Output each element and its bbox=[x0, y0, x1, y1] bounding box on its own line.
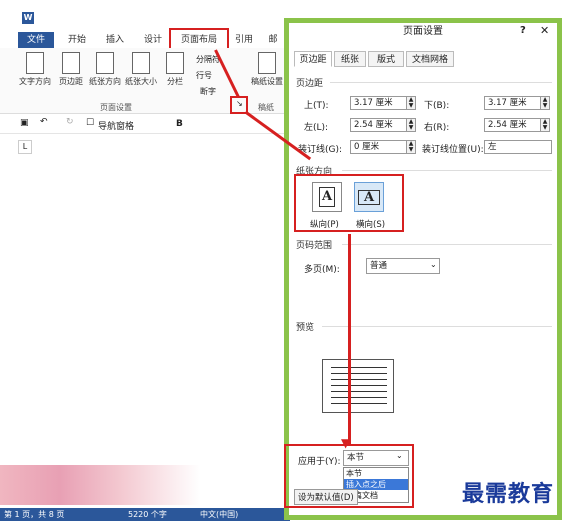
preview-line bbox=[331, 367, 387, 368]
preview-line bbox=[331, 385, 387, 386]
left-margin-label: 左(L): bbox=[304, 123, 329, 133]
preview-line bbox=[331, 373, 387, 374]
size-icon bbox=[132, 52, 150, 74]
chevron-down-icon[interactable]: ⌄ bbox=[430, 260, 437, 269]
portrait-icon: A bbox=[319, 187, 335, 207]
divider bbox=[342, 170, 552, 171]
tab-home[interactable]: 开始 bbox=[62, 32, 92, 48]
gutter-position-label: 装订线位置(U): bbox=[422, 145, 484, 155]
chevron-down-icon[interactable]: ⌄ bbox=[396, 451, 403, 460]
page-preview bbox=[322, 359, 394, 413]
nav-pane-checkbox[interactable]: ☐ bbox=[86, 118, 94, 128]
landscape-label: 横向(S) bbox=[356, 220, 386, 230]
document-area[interactable] bbox=[0, 134, 290, 506]
tab-paper[interactable]: 纸张 bbox=[334, 51, 366, 67]
save-icon[interactable]: ▣ bbox=[20, 118, 29, 128]
right-margin-input[interactable]: 2.54 厘米 bbox=[484, 118, 542, 132]
tab-mailings[interactable]: 邮 bbox=[264, 32, 282, 48]
hyphenation-button[interactable]: 断字 bbox=[200, 86, 216, 97]
top-margin-spinner[interactable]: ▲ ▼ bbox=[406, 96, 416, 110]
ruler-tab-marker[interactable]: L bbox=[18, 140, 32, 154]
bottom-margin-spinner[interactable]: ▲ ▼ bbox=[540, 96, 550, 110]
blurred-watermark bbox=[0, 465, 200, 505]
dialog-launcher-icon[interactable]: ↘ bbox=[236, 99, 243, 108]
portrait-label: 纵向(P) bbox=[310, 220, 339, 230]
help-icon[interactable]: ? bbox=[520, 25, 526, 36]
set-default-button[interactable]: 设为默认值(D) bbox=[294, 489, 358, 505]
tab-references[interactable]: 引用 bbox=[230, 32, 258, 48]
status-pages: 第 1 页，共 8 页 bbox=[4, 510, 65, 519]
tab-layout[interactable]: 版式 bbox=[368, 51, 404, 67]
tab-design[interactable]: 设计 bbox=[138, 32, 168, 48]
divider bbox=[342, 244, 552, 245]
manuscript-icon bbox=[258, 52, 276, 74]
text-direction-icon bbox=[26, 52, 44, 74]
manuscript-group-label: 稿纸 bbox=[258, 103, 274, 112]
orientation-button[interactable]: 纸张方向 bbox=[89, 52, 121, 87]
text-direction-button[interactable]: 文字方向 bbox=[19, 52, 51, 87]
bottom-margin-input[interactable]: 3.17 厘米 bbox=[484, 96, 542, 110]
nav-pane-label: 导航窗格 bbox=[98, 122, 135, 132]
multiple-pages-label: 多页(M): bbox=[304, 265, 340, 275]
margins-section-title: 页边距 bbox=[296, 79, 324, 89]
portrait-button[interactable]: A bbox=[312, 182, 342, 212]
landscape-icon: A bbox=[358, 190, 380, 205]
size-button[interactable]: 纸张大小 bbox=[125, 52, 157, 87]
columns-button[interactable]: 分栏 bbox=[162, 52, 188, 87]
tab-insert[interactable]: 插入 bbox=[100, 32, 130, 48]
margins-icon bbox=[62, 52, 80, 74]
gutter-position-select[interactable]: 左 bbox=[484, 140, 552, 154]
brand-watermark: 最需教育 bbox=[462, 481, 555, 507]
right-margin-spinner[interactable]: ▲ ▼ bbox=[540, 118, 550, 132]
tab-margins[interactable]: 页边距 bbox=[294, 51, 332, 67]
manuscript-button[interactable]: 稿纸设置 bbox=[251, 52, 283, 87]
close-icon[interactable]: ✕ bbox=[540, 24, 549, 37]
preview-section-title: 预览 bbox=[296, 323, 315, 333]
orientation-icon bbox=[96, 52, 114, 74]
status-bar: 第 1 页，共 8 页 5220 个字 中文(中国) bbox=[0, 508, 290, 521]
divider bbox=[330, 82, 552, 83]
top-margin-label: 上(T): bbox=[304, 101, 329, 111]
bottom-margin-label: 下(B): bbox=[424, 101, 450, 111]
redo-icon[interactable]: ↻ bbox=[66, 117, 74, 127]
tab-file[interactable]: 文件 bbox=[18, 32, 54, 48]
page-setup-group-label: 页面设置 bbox=[100, 103, 132, 112]
tab-doc-grid[interactable]: 文档网格 bbox=[406, 51, 454, 67]
arrow-head: ▼ bbox=[341, 436, 351, 450]
status-lang: 中文(中国) bbox=[200, 510, 239, 519]
preview-line bbox=[331, 391, 387, 392]
bold-button[interactable]: B bbox=[176, 119, 183, 129]
highlight-page-layout-tab bbox=[169, 28, 229, 50]
line-numbers-button[interactable]: 行号 bbox=[196, 70, 212, 81]
landscape-button[interactable]: A bbox=[354, 182, 384, 212]
undo-icon[interactable]: ↶ bbox=[40, 117, 48, 127]
apply-to-label: 应用于(Y): bbox=[298, 457, 341, 467]
preview-line bbox=[331, 397, 387, 398]
status-words: 5220 个字 bbox=[128, 510, 167, 519]
word-logo-icon: W bbox=[22, 12, 34, 24]
columns-icon bbox=[166, 52, 184, 74]
margins-button[interactable]: 页边距 bbox=[58, 52, 84, 87]
arrow bbox=[348, 234, 351, 446]
pages-section-title: 页码范围 bbox=[296, 241, 333, 251]
apply-option[interactable]: 本节 bbox=[344, 468, 408, 479]
divider bbox=[322, 326, 552, 327]
multiple-pages-select[interactable]: 普通 bbox=[366, 258, 440, 274]
preview-line bbox=[331, 403, 387, 404]
left-margin-spinner[interactable]: ▲ ▼ bbox=[406, 118, 416, 132]
dialog-title: 页面设置 bbox=[289, 23, 557, 41]
gutter-spinner[interactable]: ▲ ▼ bbox=[406, 140, 416, 154]
preview-line bbox=[331, 379, 387, 380]
right-margin-label: 右(R): bbox=[424, 123, 450, 133]
